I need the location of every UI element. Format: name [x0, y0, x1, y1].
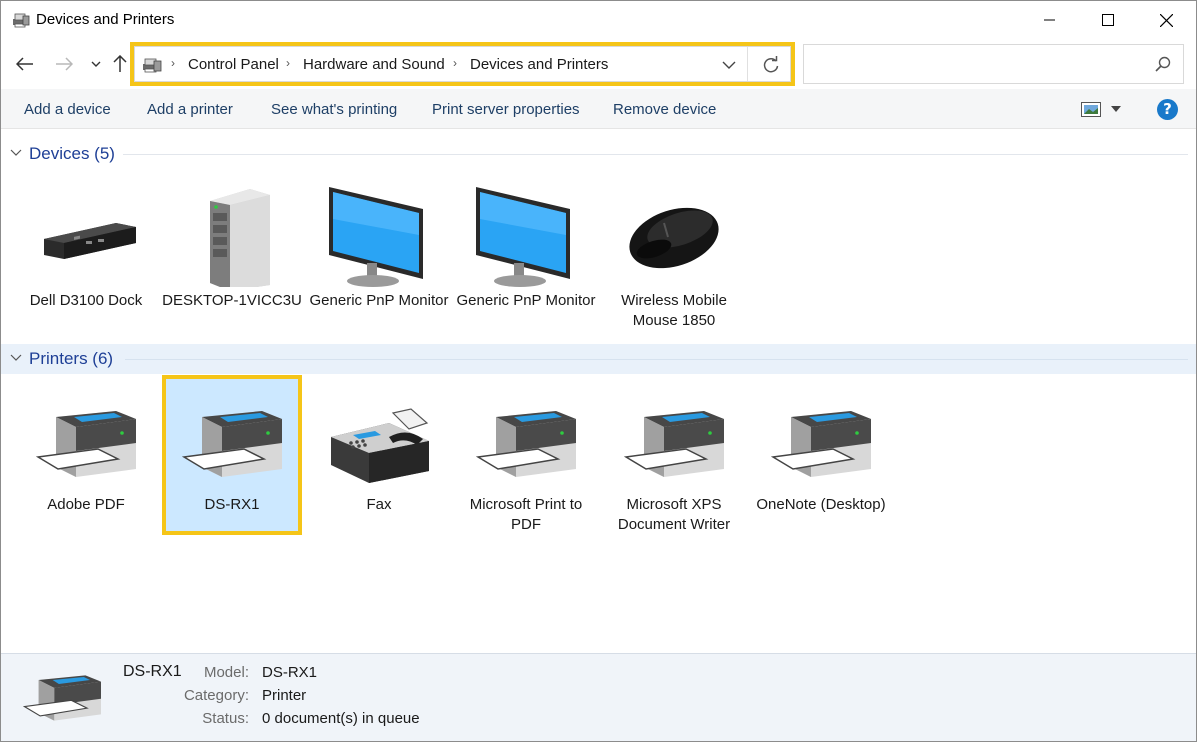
- recent-locations-button[interactable]: [85, 53, 107, 75]
- breadcrumb-chevron-icon[interactable]: ›: [453, 56, 457, 70]
- printer-icon: [182, 411, 282, 477]
- device-item[interactable]: DESKTOP-1VICC3U: [162, 177, 302, 335]
- devices-group-title: Devices (5): [29, 144, 115, 163]
- printers-group-header[interactable]: Printers (6): [1, 344, 1196, 374]
- maximize-button[interactable]: [1079, 1, 1137, 39]
- group-divider: [123, 154, 1188, 155]
- details-model-key: Model:: [203, 664, 249, 681]
- navigation-bar: › Control Panel › Hardware and Sound › D…: [1, 39, 1196, 89]
- breadcrumb-chevron-icon[interactable]: ›: [286, 56, 290, 70]
- printer-icon: [23, 675, 101, 721]
- monitor-icon: [476, 187, 570, 287]
- device-item[interactable]: Generic PnP Monitor: [456, 177, 596, 335]
- arrow-left-icon: [16, 57, 33, 71]
- minimize-icon: [1044, 19, 1055, 21]
- title-bar: Devices and Printers: [1, 1, 1196, 39]
- close-icon: [1159, 13, 1173, 27]
- printer-label: Microsoft Print to PDF: [469, 496, 583, 533]
- device-label: Wireless Mobile Mouse 1850: [621, 292, 727, 329]
- breadcrumb-hardware-and-sound[interactable]: Hardware and Sound: [303, 56, 445, 73]
- view-options-dropdown-icon[interactable]: [1111, 105, 1121, 113]
- details-pane: DS-RX1 Model: DS-RX1 Category: Printer S…: [1, 653, 1196, 741]
- printer-item-selected[interactable]: DS-RX1: [162, 375, 302, 535]
- address-bar[interactable]: › Control Panel › Hardware and Sound › D…: [130, 42, 795, 86]
- arrow-up-icon: [113, 55, 127, 72]
- back-button[interactable]: [14, 53, 36, 75]
- printer-icon: [771, 411, 871, 477]
- mouse-icon: [629, 207, 719, 269]
- dock-icon: [44, 223, 136, 259]
- printer-icon: [36, 411, 136, 477]
- group-divider: [125, 359, 1188, 360]
- chevron-down-icon: [10, 354, 22, 361]
- print-server-properties-button[interactable]: Print server properties: [432, 101, 580, 118]
- device-label: Dell D3100 Dock: [29, 292, 143, 309]
- printer-item[interactable]: Microsoft XPS Document Writer: [604, 381, 744, 539]
- printers-group-title: Printers (6): [29, 349, 114, 368]
- chevron-down-icon: [10, 149, 22, 156]
- device-label: Generic PnP Monitor: [456, 292, 596, 309]
- printer-icon: [476, 411, 576, 477]
- add-device-button[interactable]: Add a device: [24, 101, 111, 118]
- monitor-icon: [329, 187, 423, 287]
- breadcrumb-control-panel[interactable]: Control Panel: [188, 56, 279, 73]
- refresh-icon[interactable]: [761, 55, 781, 75]
- printer-label: Fax: [366, 496, 392, 513]
- printer-item[interactable]: Fax: [309, 381, 449, 539]
- details-category-value: Printer: [262, 687, 307, 704]
- address-divider: [747, 47, 748, 81]
- devices-printers-icon: [143, 58, 162, 73]
- breadcrumb-devices-and-printers[interactable]: Devices and Printers: [470, 56, 608, 73]
- printer-icon: [624, 411, 724, 477]
- change-view-icon[interactable]: [1081, 102, 1101, 117]
- maximize-icon: [1102, 14, 1114, 26]
- details-status-value: 0 document(s) in queue: [262, 710, 420, 727]
- devices-group-header[interactable]: Devices (5): [1, 139, 1196, 169]
- breadcrumb-chevron-icon: ›: [171, 56, 175, 70]
- fax-icon: [331, 408, 429, 483]
- window-title: Devices and Printers: [36, 11, 175, 28]
- printer-item[interactable]: Adobe PDF: [16, 381, 156, 539]
- device-label: Generic PnP Monitor: [309, 292, 449, 309]
- details-status-key: Status:: [202, 710, 249, 727]
- details-category-key: Category:: [183, 687, 249, 704]
- command-bar: Add a device Add a printer See what's pr…: [1, 89, 1196, 129]
- printer-label: OneNote (Desktop): [756, 496, 886, 513]
- device-label: DESKTOP-1VICC3U: [162, 292, 302, 309]
- computer-tower-icon: [210, 189, 270, 287]
- close-button[interactable]: [1137, 1, 1195, 39]
- printer-label: DS-RX1: [204, 496, 260, 513]
- device-item[interactable]: Generic PnP Monitor: [309, 177, 449, 335]
- printer-label: Adobe PDF: [47, 496, 125, 513]
- forward-button[interactable]: [53, 53, 75, 75]
- remove-device-button[interactable]: Remove device: [613, 101, 716, 118]
- help-icon[interactable]: ?: [1157, 99, 1178, 120]
- minimize-button[interactable]: [1021, 1, 1079, 39]
- devices-printers-icon: [13, 13, 30, 28]
- printer-item[interactable]: OneNote (Desktop): [751, 381, 891, 539]
- see-whats-printing-button[interactable]: See what's printing: [271, 101, 397, 118]
- details-model-value: DS-RX1: [262, 664, 318, 681]
- devices-and-printers-window: Devices and Printers › Control Panel › H…: [0, 0, 1197, 742]
- device-item[interactable]: Dell D3100 Dock: [16, 177, 156, 335]
- printer-item[interactable]: Microsoft Print to PDF: [456, 381, 596, 539]
- arrow-right-icon: [56, 57, 73, 71]
- address-dropdown-icon[interactable]: [721, 58, 737, 72]
- chevron-down-icon: [91, 61, 101, 67]
- device-item[interactable]: Wireless Mobile Mouse 1850: [604, 177, 744, 335]
- printer-label: Microsoft XPS Document Writer: [617, 496, 731, 533]
- up-button[interactable]: [109, 53, 131, 75]
- search-icon: [1155, 56, 1171, 72]
- search-input[interactable]: [803, 44, 1184, 84]
- add-printer-button[interactable]: Add a printer: [147, 101, 233, 118]
